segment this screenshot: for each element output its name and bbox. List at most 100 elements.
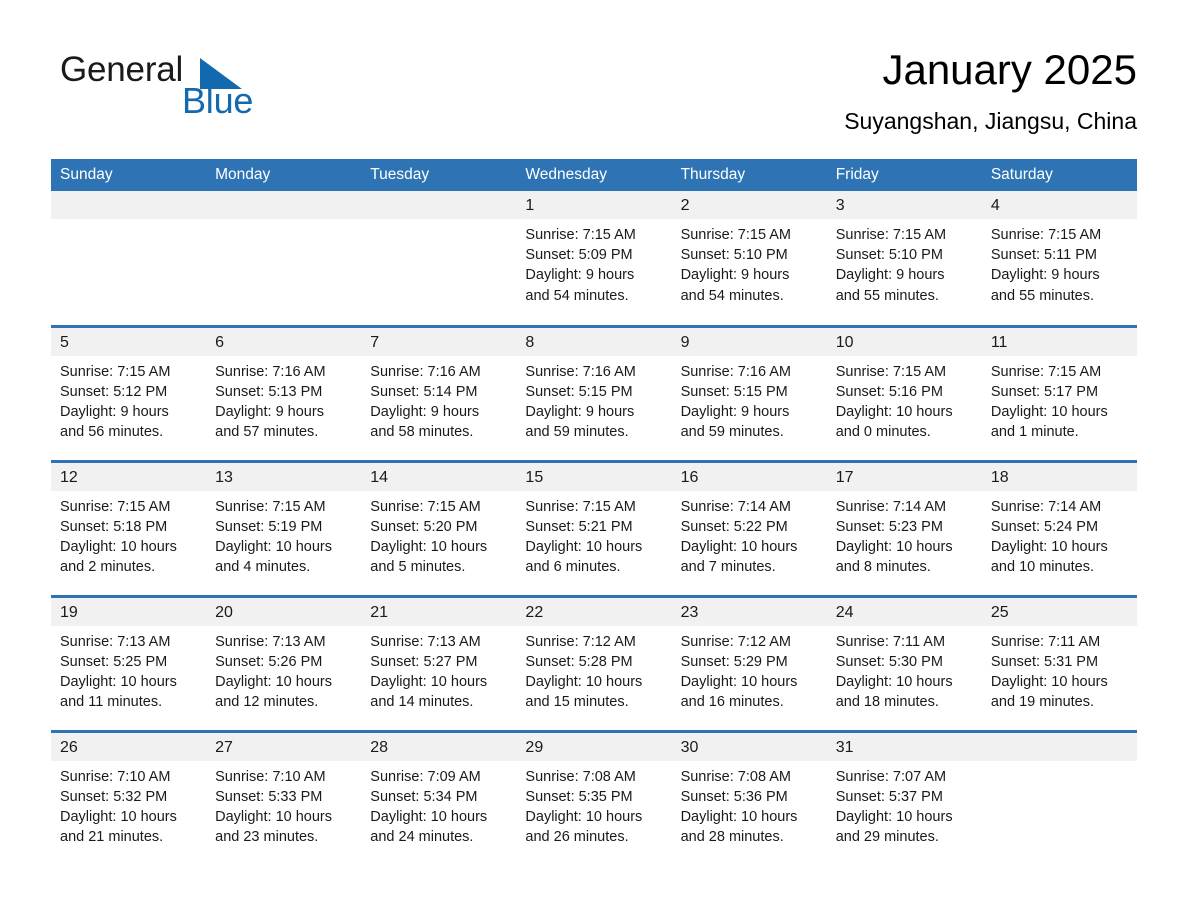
- sunset-text: Sunset: 5:14 PM: [370, 383, 478, 400]
- sunrise-text: Sunrise: 7:11 AM: [990, 633, 1101, 650]
- location-subtitle: Suyangshan, Jiangsu, China: [844, 108, 1137, 134]
- day-cell[interactable]: 1 Sunrise: 7:15 AM Sunset: 5:09 PM Dayli…: [516, 191, 672, 326]
- daylight-text-cont: and 8 minutes.: [835, 559, 931, 576]
- general-blue-logo[interactable]: General Blue: [51, 50, 351, 130]
- day-details: Sunrise: 7:13 AM Sunset: 5:27 PM Dayligh…: [361, 626, 516, 713]
- day-details: Sunrise: 7:07 AM Sunset: 5:37 PM Dayligh…: [827, 761, 982, 848]
- sunrise-text: Sunrise: 7:13 AM: [215, 633, 326, 650]
- day-number: 24: [826, 597, 982, 626]
- daylight-text: Daylight: 10 hours: [835, 403, 953, 420]
- day-cell[interactable]: 31 Sunrise: 7:07 AM Sunset: 5:37 PM Dayl…: [826, 729, 982, 866]
- sunrise-text: Sunrise: 7:15 AM: [525, 227, 636, 243]
- day-cell[interactable]: 23 Sunrise: 7:12 AM Sunset: 5:29 PM Dayl…: [671, 594, 827, 731]
- day-cell[interactable]: 25 Sunrise: 7:11 AM Sunset: 5:31 PM Dayl…: [981, 594, 1137, 731]
- daylight-text: Daylight: 10 hours: [835, 673, 953, 690]
- daylight-text: Daylight: 10 hours: [525, 673, 643, 690]
- daylight-text-cont: and 24 minutes.: [370, 829, 474, 846]
- daylight-text-cont: and 59 minutes.: [680, 424, 784, 441]
- daylight-text: Daylight: 10 hours: [60, 808, 177, 825]
- day-cell[interactable]: 22 Sunrise: 7:12 AM Sunset: 5:28 PM Dayl…: [516, 594, 672, 731]
- sunrise-text: Sunrise: 7:16 AM: [525, 363, 636, 380]
- daylight-text: Daylight: 10 hours: [215, 673, 333, 690]
- day-details: Sunrise: 7:16 AM Sunset: 5:15 PM Dayligh…: [516, 356, 671, 443]
- day-cell[interactable]: 24 Sunrise: 7:11 AM Sunset: 5:30 PM Dayl…: [826, 594, 982, 731]
- week-row: 19 Sunrise: 7:13 AM Sunset: 5:25 PM Dayl…: [51, 594, 1137, 731]
- daylight-text: Daylight: 10 hours: [680, 673, 798, 690]
- day-cell[interactable]: 12 Sunrise: 7:15 AM Sunset: 5:18 PM Dayl…: [51, 459, 207, 596]
- day-number: 12: [51, 462, 207, 491]
- day-details: Sunrise: 7:10 AM Sunset: 5:32 PM Dayligh…: [51, 761, 206, 848]
- day-cell: [361, 191, 517, 326]
- sunrise-text: Sunrise: 7:14 AM: [835, 498, 947, 515]
- day-cell[interactable]: 9 Sunrise: 7:16 AM Sunset: 5:15 PM Dayli…: [671, 324, 827, 461]
- day-cell[interactable]: 30 Sunrise: 7:08 AM Sunset: 5:36 PM Dayl…: [671, 729, 827, 866]
- daylight-text-cont: and 23 minutes.: [215, 829, 319, 846]
- day-details: Sunrise: 7:08 AM Sunset: 5:35 PM Dayligh…: [516, 761, 671, 848]
- daylight-text: Daylight: 10 hours: [835, 538, 953, 555]
- day-cell[interactable]: 27 Sunrise: 7:10 AM Sunset: 5:33 PM Dayl…: [206, 729, 362, 866]
- daylight-text-cont: and 55 minutes.: [990, 287, 1095, 304]
- day-cell[interactable]: 15 Sunrise: 7:15 AM Sunset: 5:21 PM Dayl…: [516, 459, 672, 596]
- daylight-text-cont: and 26 minutes.: [525, 829, 629, 846]
- sunset-text: Sunset: 5:18 PM: [60, 518, 168, 535]
- sunset-text: Sunset: 5:17 PM: [990, 383, 1099, 400]
- logo-text-general: General: [60, 50, 184, 89]
- day-cell[interactable]: 14 Sunrise: 7:15 AM Sunset: 5:20 PM Dayl…: [361, 459, 517, 596]
- day-details: [206, 219, 361, 225]
- sunrise-text: Sunrise: 7:09 AM: [370, 768, 481, 785]
- day-cell[interactable]: 26 Sunrise: 7:10 AM Sunset: 5:32 PM Dayl…: [51, 729, 207, 866]
- day-number: [51, 191, 207, 219]
- day-cell[interactable]: 29 Sunrise: 7:08 AM Sunset: 5:35 PM Dayl…: [516, 729, 672, 866]
- daylight-text: Daylight: 9 hours: [680, 403, 790, 420]
- sunset-text: Sunset: 5:28 PM: [525, 653, 633, 670]
- day-cell[interactable]: 28 Sunrise: 7:09 AM Sunset: 5:34 PM Dayl…: [361, 729, 517, 866]
- day-number: [206, 191, 362, 219]
- day-number: 10: [826, 327, 982, 356]
- daylight-text: Daylight: 9 hours: [680, 267, 790, 284]
- daylight-text-cont: and 54 minutes.: [680, 287, 784, 304]
- sunrise-text: Sunrise: 7:10 AM: [60, 768, 171, 785]
- sunset-text: Sunset: 5:30 PM: [835, 653, 943, 670]
- sunrise-text: Sunrise: 7:15 AM: [680, 227, 791, 243]
- sunrise-text: Sunrise: 7:15 AM: [215, 498, 326, 515]
- sunrise-text: Sunrise: 7:14 AM: [990, 498, 1102, 515]
- day-details: Sunrise: 7:10 AM Sunset: 5:33 PM Dayligh…: [206, 761, 361, 848]
- daylight-text-cont: and 2 minutes.: [60, 559, 156, 576]
- daylight-text: Daylight: 10 hours: [60, 538, 177, 555]
- day-number: 20: [206, 597, 362, 626]
- day-cell[interactable]: 3 Sunrise: 7:15 AM Sunset: 5:10 PM Dayli…: [826, 191, 982, 326]
- day-cell[interactable]: 17 Sunrise: 7:14 AM Sunset: 5:23 PM Dayl…: [826, 459, 982, 596]
- day-details: Sunrise: 7:09 AM Sunset: 5:34 PM Dayligh…: [361, 761, 516, 848]
- sunset-text: Sunset: 5:34 PM: [370, 788, 478, 805]
- day-details: Sunrise: 7:11 AM Sunset: 5:30 PM Dayligh…: [827, 626, 982, 713]
- day-cell[interactable]: 21 Sunrise: 7:13 AM Sunset: 5:27 PM Dayl…: [361, 594, 517, 731]
- day-cell[interactable]: 2 Sunrise: 7:15 AM Sunset: 5:10 PM Dayli…: [671, 191, 827, 326]
- day-cell[interactable]: 18 Sunrise: 7:14 AM Sunset: 5:24 PM Dayl…: [981, 459, 1137, 596]
- day-cell[interactable]: 6 Sunrise: 7:16 AM Sunset: 5:13 PM Dayli…: [206, 324, 362, 461]
- day-cell[interactable]: 19 Sunrise: 7:13 AM Sunset: 5:25 PM Dayl…: [51, 594, 207, 731]
- calendar-body: 1 Sunrise: 7:15 AM Sunset: 5:09 PM Dayli…: [51, 191, 1137, 866]
- day-cell[interactable]: 13 Sunrise: 7:15 AM Sunset: 5:19 PM Dayl…: [206, 459, 362, 596]
- weekday-header-tuesday: Tuesday: [361, 159, 517, 191]
- day-details: [982, 761, 1137, 767]
- daylight-text: Daylight: 10 hours: [215, 808, 333, 825]
- sunset-text: Sunset: 5:27 PM: [370, 653, 478, 670]
- day-number: 31: [826, 732, 982, 761]
- daylight-text-cont: and 28 minutes.: [680, 829, 784, 846]
- daylight-text-cont: and 55 minutes.: [835, 287, 939, 304]
- day-number: 22: [516, 597, 672, 626]
- sunrise-text: Sunrise: 7:15 AM: [990, 363, 1102, 380]
- daylight-text-cont: and 18 minutes.: [835, 694, 939, 711]
- day-cell[interactable]: 4 Sunrise: 7:15 AM Sunset: 5:11 PM Dayli…: [981, 191, 1137, 326]
- day-cell[interactable]: 7 Sunrise: 7:16 AM Sunset: 5:14 PM Dayli…: [361, 324, 517, 461]
- day-cell[interactable]: 8 Sunrise: 7:16 AM Sunset: 5:15 PM Dayli…: [516, 324, 672, 461]
- day-cell[interactable]: 20 Sunrise: 7:13 AM Sunset: 5:26 PM Dayl…: [206, 594, 362, 731]
- day-cell[interactable]: 10 Sunrise: 7:15 AM Sunset: 5:16 PM Dayl…: [826, 324, 982, 461]
- day-cell[interactable]: 11 Sunrise: 7:15 AM Sunset: 5:17 PM Dayl…: [981, 324, 1137, 461]
- day-details: Sunrise: 7:11 AM Sunset: 5:31 PM Dayligh…: [982, 626, 1137, 713]
- daylight-text: Daylight: 10 hours: [370, 538, 488, 555]
- day-cell[interactable]: 5 Sunrise: 7:15 AM Sunset: 5:12 PM Dayli…: [51, 324, 207, 461]
- day-cell[interactable]: 16 Sunrise: 7:14 AM Sunset: 5:22 PM Dayl…: [671, 459, 827, 596]
- sunset-text: Sunset: 5:21 PM: [525, 518, 633, 535]
- sunset-text: Sunset: 5:19 PM: [215, 518, 323, 535]
